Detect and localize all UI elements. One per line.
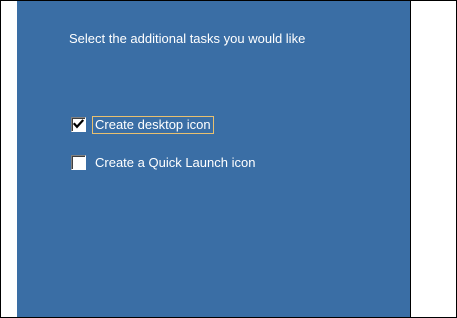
quick-launch-label[interactable]: Create a Quick Launch icon <box>93 155 257 171</box>
tasks-panel: Select the additional tasks you would li… <box>17 1 410 317</box>
quick-launch-checkbox[interactable] <box>71 155 86 170</box>
task-desktop-icon-option[interactable]: Create desktop icon <box>71 115 214 134</box>
instruction-text: Select the additional tasks you would li… <box>69 31 306 46</box>
checkmark-icon <box>73 119 84 129</box>
desktop-icon-label[interactable]: Create desktop icon <box>92 115 214 134</box>
desktop-icon-checkbox[interactable] <box>71 117 86 132</box>
panel-divider <box>410 1 411 317</box>
task-quick-launch-option[interactable]: Create a Quick Launch icon <box>71 153 257 172</box>
